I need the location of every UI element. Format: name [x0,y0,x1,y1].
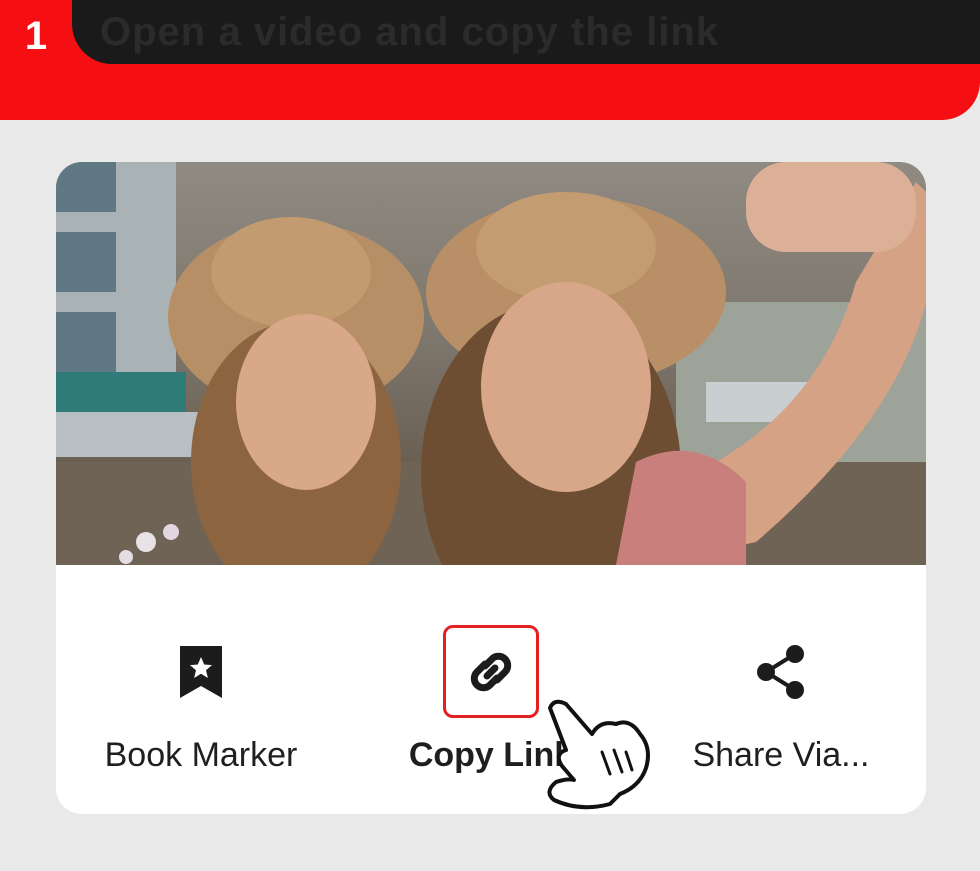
pointing-hand-icon [540,694,660,814]
book-marker-label: Book Marker [104,736,298,774]
bookmark-star-icon [153,625,249,718]
step-title: Open a video and copy the link [100,9,720,54]
share-icon [733,625,829,718]
step-number: 1 [24,13,48,58]
share-via-action[interactable]: Share Via... [636,625,926,775]
share-actions: Book Marker Copy Link Share Via... [56,565,926,814]
video-card: Book Marker Copy Link Share Via... [56,162,926,814]
video-thumbnail[interactable] [56,162,926,565]
title-bar: Open a video and copy the link [72,0,980,64]
share-via-label: Share Via... [692,736,870,774]
book-marker-action[interactable]: Book Marker [56,625,346,775]
step-header: 1 Open a video and copy the link [0,0,980,120]
link-icon[interactable] [443,625,539,718]
